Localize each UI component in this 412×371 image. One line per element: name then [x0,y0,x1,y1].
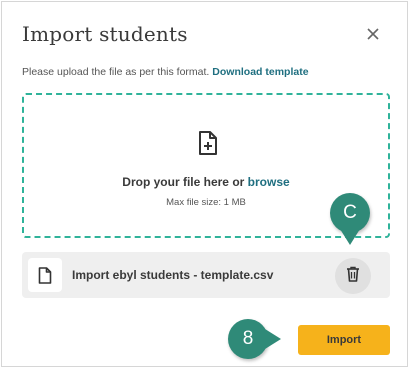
import-button[interactable]: Import [298,325,390,355]
download-template-link[interactable]: Download template [212,66,308,78]
instructions: Please upload the file as per this forma… [22,66,309,78]
close-icon[interactable] [365,26,381,42]
file-name: Import ebyl students - template.csv [72,268,274,282]
annotation-marker-8: 8 [228,319,281,359]
file-add-icon [198,131,218,155]
annotation-marker-c: C [330,193,370,245]
drop-prompt-text: Drop your file here or [122,175,245,189]
file-icon [28,258,62,292]
uploaded-file-row: Import ebyl students - template.csv [22,252,390,298]
instructions-text: Please upload the file as per this forma… [22,66,210,78]
annotation-marker-8-label: 8 [242,328,254,349]
browse-link[interactable]: browse [248,175,290,189]
trash-icon [346,266,360,287]
dialog-title: Import students [22,22,188,46]
annotation-marker-c-label: C [343,202,357,223]
drop-prompt: Drop your file here or browse [24,175,388,189]
delete-file-button[interactable] [335,258,371,294]
import-students-dialog: Import students Please upload the file a… [1,1,408,367]
